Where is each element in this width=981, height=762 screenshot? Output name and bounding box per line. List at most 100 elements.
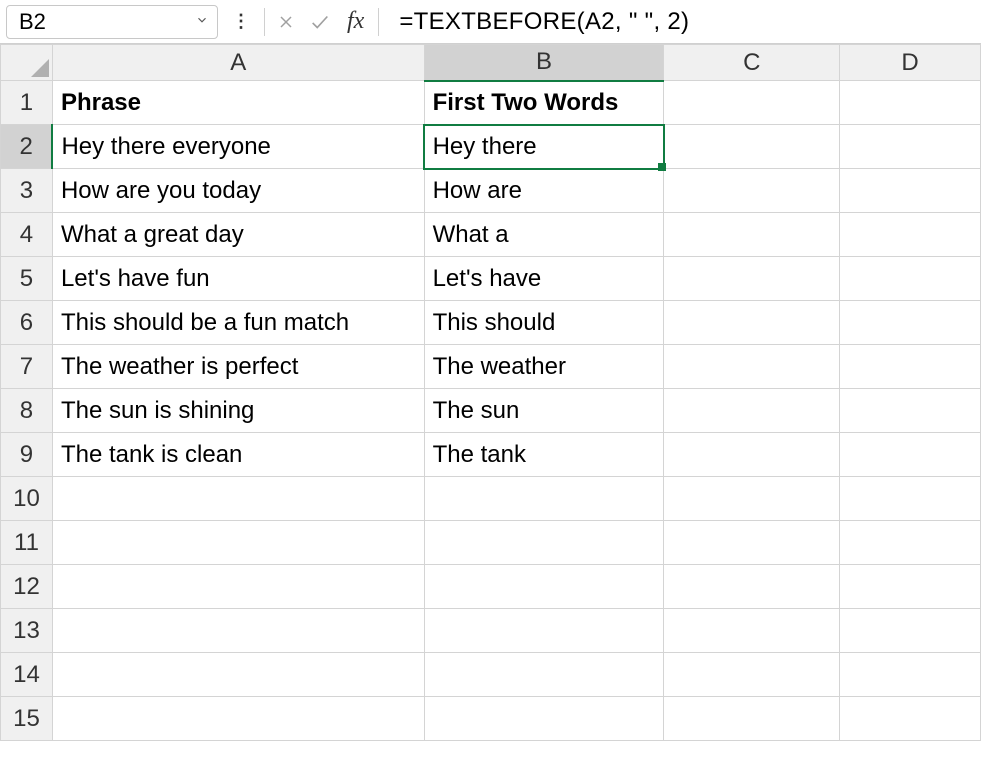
row-header-5[interactable]: 5 <box>1 257 53 301</box>
formula-bar: B2 ⋮ fx <box>0 0 981 44</box>
table-row: 9The tank is cleanThe tank <box>1 433 981 477</box>
cell-C2[interactable] <box>664 125 840 169</box>
chevron-down-icon[interactable] <box>195 13 209 30</box>
cell-A3[interactable]: How are you today <box>52 169 424 213</box>
row-header-8[interactable]: 8 <box>1 389 53 433</box>
cell-D6[interactable] <box>840 301 981 345</box>
cell-B9[interactable]: The tank <box>424 433 664 477</box>
cell-C8[interactable] <box>664 389 840 433</box>
cell-C4[interactable] <box>664 213 840 257</box>
cell-C12[interactable] <box>664 565 840 609</box>
cell-D15[interactable] <box>840 697 981 741</box>
row-header-9[interactable]: 9 <box>1 433 53 477</box>
cell-C13[interactable] <box>664 609 840 653</box>
cell-B1[interactable]: First Two Words <box>424 81 664 125</box>
cell-C3[interactable] <box>664 169 840 213</box>
cell-A13[interactable] <box>52 609 424 653</box>
fx-icon[interactable]: fx <box>341 8 370 35</box>
cell-D13[interactable] <box>840 609 981 653</box>
cell-B4[interactable]: What a <box>424 213 664 257</box>
cell-A10[interactable] <box>52 477 424 521</box>
cell-A12[interactable] <box>52 565 424 609</box>
table-row: 4What a great dayWhat a <box>1 213 981 257</box>
cell-B2[interactable]: Hey there <box>424 125 664 169</box>
spreadsheet-grid[interactable]: ABCD 1PhraseFirst Two Words2Hey there ev… <box>0 44 981 741</box>
cell-A7[interactable]: The weather is perfect <box>52 345 424 389</box>
cell-A9[interactable]: The tank is clean <box>52 433 424 477</box>
column-header-B[interactable]: B <box>424 45 664 81</box>
cell-A14[interactable] <box>52 653 424 697</box>
cell-B3[interactable]: How are <box>424 169 664 213</box>
row-header-14[interactable]: 14 <box>1 653 53 697</box>
enter-icon[interactable] <box>307 9 333 35</box>
table-row: 5Let's have funLet's have <box>1 257 981 301</box>
cell-C15[interactable] <box>664 697 840 741</box>
row-header-11[interactable]: 11 <box>1 521 53 565</box>
cell-D11[interactable] <box>840 521 981 565</box>
cell-D4[interactable] <box>840 213 981 257</box>
cell-B13[interactable] <box>424 609 664 653</box>
row-header-7[interactable]: 7 <box>1 345 53 389</box>
row-header-13[interactable]: 13 <box>1 609 53 653</box>
row-header-15[interactable]: 15 <box>1 697 53 741</box>
cell-D14[interactable] <box>840 653 981 697</box>
cell-D7[interactable] <box>840 345 981 389</box>
cell-A8[interactable]: The sun is shining <box>52 389 424 433</box>
cell-C14[interactable] <box>664 653 840 697</box>
cell-A11[interactable] <box>52 521 424 565</box>
cell-C7[interactable] <box>664 345 840 389</box>
column-header-row: ABCD <box>1 45 981 81</box>
cell-A6[interactable]: This should be a fun match <box>52 301 424 345</box>
row-header-12[interactable]: 12 <box>1 565 53 609</box>
table-row: 13 <box>1 609 981 653</box>
cell-C5[interactable] <box>664 257 840 301</box>
row-header-6[interactable]: 6 <box>1 301 53 345</box>
formula-input[interactable] <box>387 6 975 38</box>
column-header-C[interactable]: C <box>664 45 840 81</box>
cell-D1[interactable] <box>840 81 981 125</box>
grid-body: 1PhraseFirst Two Words2Hey there everyon… <box>1 81 981 741</box>
cell-A4[interactable]: What a great day <box>52 213 424 257</box>
row-header-1[interactable]: 1 <box>1 81 53 125</box>
cell-D10[interactable] <box>840 477 981 521</box>
cell-D3[interactable] <box>840 169 981 213</box>
cell-C11[interactable] <box>664 521 840 565</box>
row-header-2[interactable]: 2 <box>1 125 53 169</box>
cancel-icon[interactable] <box>273 9 299 35</box>
table-row: 3How are you todayHow are <box>1 169 981 213</box>
cell-D2[interactable] <box>840 125 981 169</box>
cell-B12[interactable] <box>424 565 664 609</box>
cell-B6[interactable]: This should <box>424 301 664 345</box>
cell-D9[interactable] <box>840 433 981 477</box>
row-header-3[interactable]: 3 <box>1 169 53 213</box>
cell-C1[interactable] <box>664 81 840 125</box>
cell-A5[interactable]: Let's have fun <box>52 257 424 301</box>
cell-D8[interactable] <box>840 389 981 433</box>
cell-B7[interactable]: The weather <box>424 345 664 389</box>
name-box[interactable]: B2 <box>6 5 218 39</box>
divider <box>264 8 265 36</box>
cell-B11[interactable] <box>424 521 664 565</box>
cell-C6[interactable] <box>664 301 840 345</box>
column-header-A[interactable]: A <box>52 45 424 81</box>
cell-A15[interactable] <box>52 697 424 741</box>
cell-B15[interactable] <box>424 697 664 741</box>
cell-C10[interactable] <box>664 477 840 521</box>
options-icon[interactable]: ⋮ <box>226 11 256 32</box>
cell-A1[interactable]: Phrase <box>52 81 424 125</box>
row-header-4[interactable]: 4 <box>1 213 53 257</box>
select-all-corner[interactable] <box>1 45 53 81</box>
table-row: 12 <box>1 565 981 609</box>
cell-D12[interactable] <box>840 565 981 609</box>
cell-B14[interactable] <box>424 653 664 697</box>
cell-B5[interactable]: Let's have <box>424 257 664 301</box>
cell-C9[interactable] <box>664 433 840 477</box>
table-row: 7The weather is perfectThe weather <box>1 345 981 389</box>
row-header-10[interactable]: 10 <box>1 477 53 521</box>
column-header-D[interactable]: D <box>840 45 981 81</box>
table-row: 2Hey there everyoneHey there <box>1 125 981 169</box>
cell-D5[interactable] <box>840 257 981 301</box>
cell-A2[interactable]: Hey there everyone <box>52 125 424 169</box>
cell-B8[interactable]: The sun <box>424 389 664 433</box>
cell-B10[interactable] <box>424 477 664 521</box>
